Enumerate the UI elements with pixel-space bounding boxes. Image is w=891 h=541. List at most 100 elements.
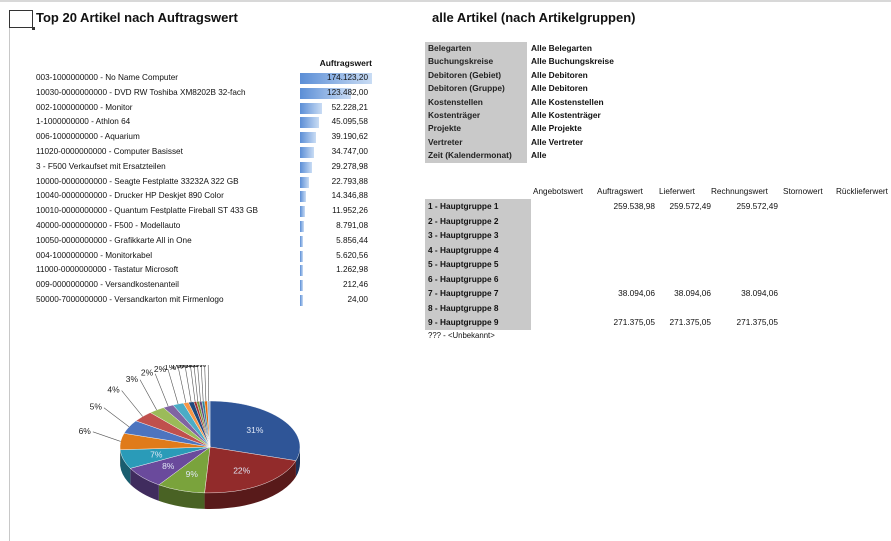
top20-row-value: 39.190,62 (331, 132, 368, 142)
filter-value[interactable]: Alle Vertreter (531, 136, 583, 149)
groups-title: alle Artikel (nach Artikelgruppen) (432, 10, 636, 25)
group-auftragswert-cell: 38.094,06 (618, 288, 655, 298)
filter-value[interactable]: Alle Buchungskreise (531, 55, 614, 68)
pie-slice-label: 7% (150, 450, 163, 460)
filter-value[interactable]: Alle Projekte (531, 122, 582, 135)
pie-leader-line (178, 367, 187, 403)
filter-value[interactable]: Alle Debitoren (531, 69, 588, 82)
pie-leader-line (92, 431, 121, 442)
top20-row: 003-1000000000 - No Name Computer 174.123… (36, 71, 376, 86)
top20-row-label: 50000-7000000000 - Versandkarton mit Fir… (36, 294, 224, 304)
group-name[interactable]: 3 - Hauptgruppe 3 (425, 228, 531, 243)
group-rechnungswert-cell: 271.375,05 (736, 317, 778, 327)
pie-slice-label: 3% (126, 374, 139, 384)
groups-column-header: Auftragswert (597, 187, 643, 196)
top20-row: 10010-0000000000 - Quantum Festplatte Fi… (36, 204, 376, 219)
filter-key: Kostenstellen (425, 95, 527, 109)
pie-leader-line (154, 373, 169, 407)
top20-row: 10040-0000000000 - Drucker HP Deskjet 89… (36, 189, 376, 204)
top20-row-value: 29.278,98 (331, 161, 368, 171)
pie-slice-label: 4% (107, 385, 120, 395)
pie-leader-line (184, 366, 192, 403)
top20-row-value: 22.793,88 (331, 176, 368, 186)
top20-row-label: 11000-0000000000 - Tastatur Microsoft (36, 265, 179, 275)
top20-row: 009-0000000000 - Versandkostenanteil 212,… (36, 278, 376, 293)
filter-key: Buchungskreise (425, 55, 527, 69)
top20-row-value: 52.228,21 (331, 102, 368, 112)
top20-row: 004-1000000000 - Monitorkabel 5.620,56 (36, 249, 376, 264)
pie-leader-line (204, 365, 207, 402)
group-lieferwert-cell: 259.572,49 (669, 201, 711, 211)
top20-row-label: 006-1000000000 - Aquarium (36, 132, 140, 142)
top20-row-value: 1.262,98 (336, 265, 368, 275)
top20-row: 50000-7000000000 - Versandkarton mit Fir… (36, 293, 376, 308)
top20-row-label: 3 - F500 Verkaufset mit Ersatzteilen (36, 161, 166, 171)
filter-value[interactable]: Alle Debitoren (531, 82, 588, 95)
group-name[interactable]: 9 - Hauptgruppe 9 (425, 315, 531, 330)
top20-row-value: 212,46 (342, 280, 368, 290)
group-rechnungswert-cell: 38.094,06 (741, 288, 778, 298)
group-lieferwert-cell: 38.094,06 (674, 288, 711, 298)
group-rechnungswert-cell: 259.572,49 (736, 201, 778, 211)
top20-row-label: 10040-0000000000 - Drucker HP Deskjet 89… (36, 191, 224, 201)
top20-row: 10000-0000000000 - Seagte Festplatte 332… (36, 175, 376, 190)
top20-list: 003-1000000000 - No Name Computer 174.123… (36, 71, 376, 308)
pie-slice-label: 6% (79, 426, 92, 436)
group-name[interactable]: 2 - Hauptgruppe 2 (425, 213, 531, 228)
top20-row-label: 1-1000000000 - Athlon 64 (36, 117, 131, 127)
top20-row: 1-1000000000 - Athlon 64 45.095,58 (36, 115, 376, 130)
top20-row-label: 002-1000000000 - Monitor (36, 102, 133, 112)
group-name[interactable]: 4 - Hauptgruppe 4 (425, 242, 531, 257)
filter-value[interactable]: Alle (531, 149, 546, 162)
group-name[interactable]: 1 - Hauptgruppe 1 (425, 199, 531, 214)
pie-slice-label: 0% (194, 365, 207, 369)
group-name[interactable]: 6 - Hauptgruppe 6 (425, 271, 531, 286)
filter-key: Projekte (425, 122, 527, 136)
top20-row-label: 40000-0000000000 - F500 - Modellauto (36, 220, 181, 230)
top20-row: 10030-0000000000 - DVD RW Toshiba XM8202… (36, 86, 376, 101)
top20-row-label: 003-1000000000 - No Name Computer (36, 73, 179, 82)
filter-key: Belegarten (425, 42, 527, 56)
pie-chart: 31%22%9%8%7%6%5%4%3%2%2%1%1%0%0%0%0%0%0% (79, 365, 301, 509)
filter-key: Debitoren (Gebiet) (425, 68, 527, 83)
top20-title: Top 20 Artikel nach Auftragswert (36, 10, 238, 25)
top20-column-header: Auftragswert (319, 58, 372, 68)
pie-slice-label: 9% (186, 469, 199, 479)
filter-key: Debitoren (Gruppe) (425, 82, 527, 96)
group-name[interactable]: 8 - Hauptgruppe 8 (425, 300, 531, 315)
pie-leader-line (200, 365, 204, 402)
unknown-group-row: ??? - <Unbekannt> (428, 331, 495, 340)
top20-row-value: 45.095,58 (331, 117, 368, 127)
groups-column-header: Angebotswert (533, 187, 584, 196)
top20-row: 11020-0000000000 - Computer Basisset 34.7… (36, 145, 376, 160)
pie-slice-label: 31% (246, 425, 263, 435)
top20-row-label: 009-0000000000 - Versandkostenanteil (36, 280, 179, 290)
pie-leader-line (121, 390, 143, 417)
groups-column-header: Rücklieferwert (836, 187, 888, 196)
pie-leader-line (139, 379, 157, 411)
group-auftragswert-cell: 259.538,98 (613, 201, 655, 211)
top20-row-value: 174.123,20 (327, 73, 368, 82)
top20-row: 006-1000000000 - Aquarium 39.190,62 (36, 130, 376, 145)
pie-slice-label: 22% (233, 465, 250, 475)
filter-value[interactable]: Alle Kostenträger (531, 109, 601, 122)
report-box-icon (9, 10, 35, 30)
group-name[interactable]: 7 - Hauptgruppe 7 (425, 286, 531, 301)
top20-row-label: 10050-0000000000 - Grafikkarte All in On… (36, 235, 192, 245)
filter-value[interactable]: Alle Belegarten (531, 42, 592, 55)
top20-row-value: 24,00 (347, 294, 369, 304)
pie-slice-label: 5% (90, 402, 103, 412)
group-name[interactable]: 5 - Hauptgruppe 5 (425, 257, 531, 272)
top20-row: 002-1000000000 - Monitor 52.228,21 (36, 101, 376, 116)
top20-row-label: 10000-0000000000 - Seagte Festplatte 332… (36, 176, 239, 186)
top20-row-value: 123.482,00 (327, 87, 368, 97)
pie-leader-line (103, 407, 130, 428)
top20-row: 3 - F500 Verkaufset mit Ersatzteilen 29.2… (36, 160, 376, 175)
top20-row-value: 5.620,56 (336, 250, 368, 260)
top20-row-label: 11020-0000000000 - Computer Basisset (36, 146, 183, 156)
group-auftragswert-cell: 271.375,05 (613, 317, 655, 327)
filter-key: Zeit (Kalendermonat) (425, 149, 527, 163)
top20-row-value: 8.791,08 (336, 220, 368, 230)
top20-row-label: 10010-0000000000 - Quantum Festplatte Fi… (36, 206, 258, 216)
filter-value[interactable]: Alle Kostenstellen (531, 96, 604, 109)
